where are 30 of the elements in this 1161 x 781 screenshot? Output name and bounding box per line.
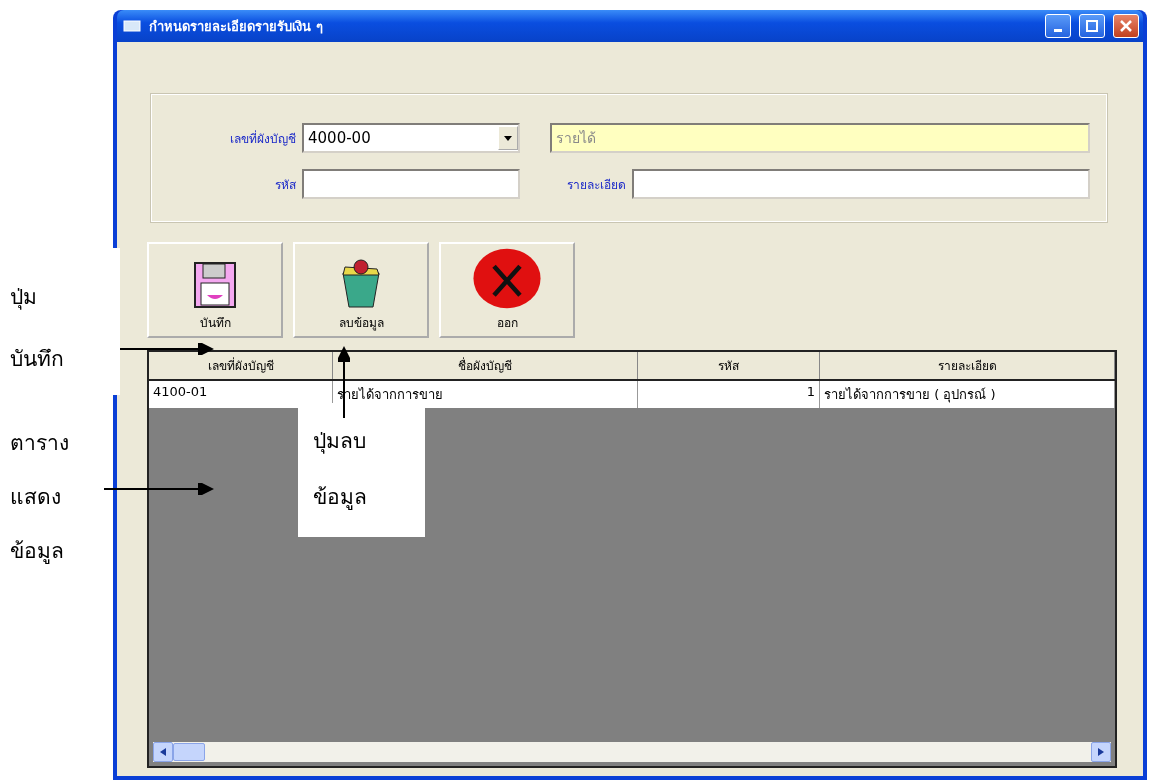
scroll-thumb[interactable] [173,743,205,761]
maximize-button[interactable] [1079,14,1105,38]
horizontal-scrollbar[interactable] [153,742,1111,762]
column-header[interactable]: เลขที่ผังบัญชี [149,352,333,379]
minimize-icon [1054,28,1062,32]
dropdown-caret-icon[interactable] [498,126,518,150]
minimize-button[interactable] [1045,14,1071,38]
dropdown-field[interactable]: 4000-00 [302,123,520,153]
column-header[interactable]: รหัส [638,352,820,379]
table-cell: รายได้จากการขาย ( อุปกรณ์ ) [820,381,1115,408]
column-header[interactable]: ชื่อผังบัญชี [333,352,638,379]
input-field[interactable] [632,169,1090,199]
field-label: เลขที่ผังบัญชี [229,129,296,148]
table-cell: 1 [638,381,820,408]
scroll-right-icon[interactable] [1091,742,1111,762]
field-label: รายละเอียด [566,176,626,194]
scroll-left-icon[interactable] [153,742,173,762]
maximize-icon [1086,20,1098,32]
input-field[interactable] [302,169,520,199]
annotation-label: ปุ่มลบ ข้อมูล [298,403,425,537]
window-title: กำหนดรายละเอียดรายรับเงิน ๆ [149,17,324,36]
window-icon [123,19,141,33]
delete-button[interactable]: ลบข้อมูล [293,242,429,338]
exit-button[interactable]: ออก [439,242,575,338]
close-icon [1120,20,1132,32]
close-button[interactable] [1113,14,1139,38]
save-button[interactable]: บันทึก [147,242,283,338]
trash-bin-icon [339,259,383,309]
field-label: รหัส [274,176,296,194]
column-header[interactable]: รายละเอียด [820,352,1115,379]
